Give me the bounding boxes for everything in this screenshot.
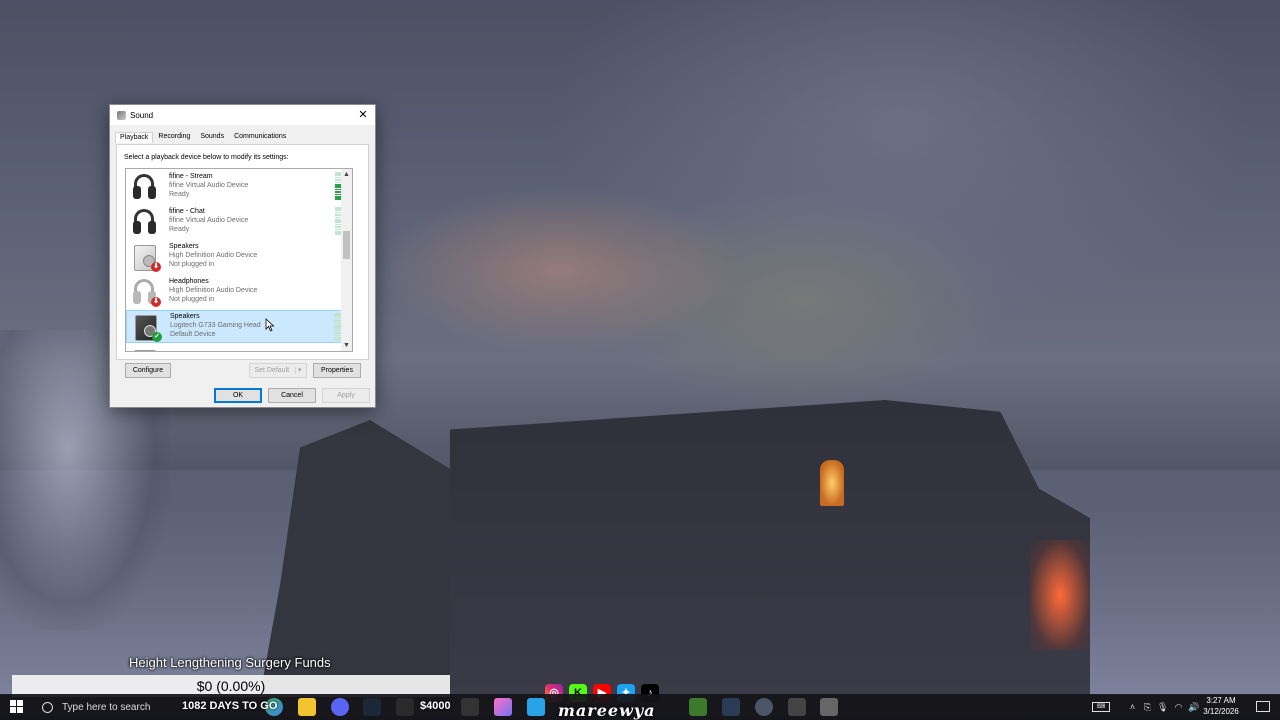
goal-amount: $0 (0.00%)	[196, 678, 266, 694]
dialog-title: Sound	[130, 110, 154, 120]
meta-icon[interactable]	[722, 698, 740, 716]
epic-games-icon[interactable]	[396, 698, 414, 716]
apply-button[interactable]: Apply	[322, 388, 370, 403]
snipping-tool-icon[interactable]	[788, 698, 806, 716]
app-gradient-icon[interactable]	[494, 698, 512, 716]
taskbar-search[interactable]: Type here to search	[34, 696, 184, 718]
days-to-go-ticker: 1082 DAYS TO GO	[182, 700, 278, 712]
close-icon[interactable]: ✕	[356, 108, 370, 122]
device-name: fifine - Stream	[169, 173, 213, 181]
device-item-fifine-stream[interactable]: fifine - Stream fifine Virtual Audio Dev…	[126, 170, 348, 203]
device-list-scrollbar[interactable]: ▲ ▼	[341, 169, 352, 351]
device-name: Speakers	[169, 243, 199, 251]
dialog-titlebar[interactable]: Sound ✕	[110, 105, 375, 125]
speaker-icon: ⬇	[131, 243, 161, 272]
sound-app-icon	[117, 110, 126, 120]
keyboard-icon[interactable]: ⌨	[1092, 702, 1110, 712]
tab-sounds[interactable]: Sounds	[195, 131, 229, 142]
clock-time: 3:27 AM	[1206, 696, 1236, 705]
tab-recording[interactable]: Recording	[153, 131, 195, 142]
price-ticker: $4000	[420, 700, 451, 712]
speaker-icon	[131, 348, 157, 351]
streamer-brand: mareewya	[558, 701, 656, 720]
wallpaper-fire-window	[820, 460, 844, 506]
device-item-speakers-g733[interactable]: ✓ Speakers Logitech G733 Gaming Head Def…	[126, 310, 348, 343]
device-status: Not plugged in	[169, 295, 215, 303]
cancel-button[interactable]: Cancel	[268, 388, 316, 403]
search-placeholder: Type here to search	[62, 701, 151, 713]
playback-hint: Select a playback device below to modify…	[124, 154, 289, 161]
app-round-icon[interactable]	[755, 698, 773, 716]
device-status: Not plugged in	[169, 260, 215, 268]
system-tray: ⌨ ˄ ⎘ 🎙 ◠ 🔊 3:27 AM 3/12/2026	[1090, 694, 1280, 720]
chevron-down-icon[interactable]: ▾	[295, 367, 302, 374]
device-item-fifine-chat[interactable]: fifine - Chat fifine Virtual Audio Devic…	[126, 205, 348, 238]
device-desc: High Definition Audio Device	[169, 287, 258, 295]
wallpaper-ruin-left	[260, 420, 460, 695]
terminal-icon[interactable]	[689, 698, 707, 716]
device-item-headphones-hd[interactable]: ⬇ Headphones High Definition Audio Devic…	[126, 275, 348, 308]
dialog-tabs: Playback Recording Sounds Communications	[115, 131, 291, 143]
notifications-icon[interactable]	[1256, 701, 1270, 712]
device-desc: fifine Virtual Audio Device	[169, 182, 249, 190]
tab-communications[interactable]: Communications	[229, 131, 291, 142]
file-explorer-icon[interactable]	[298, 698, 316, 716]
device-name: Headphones	[169, 278, 209, 286]
headphones-icon: ⬇	[131, 278, 161, 307]
scroll-down-icon[interactable]: ▼	[341, 340, 352, 351]
taskbar-clock[interactable]: 3:27 AM 3/12/2026	[1196, 695, 1246, 717]
set-default-button[interactable]: Set Default ▾	[249, 363, 307, 378]
scroll-thumb[interactable]	[343, 231, 350, 259]
tab-playback[interactable]: Playback	[115, 132, 154, 143]
headphones-icon	[131, 173, 157, 201]
mouse-cursor-icon	[265, 318, 275, 332]
device-status: Ready	[169, 225, 190, 233]
discord-icon[interactable]	[331, 698, 349, 716]
steam-icon[interactable]	[363, 698, 381, 716]
device-name: Speakers	[170, 313, 200, 321]
device-item-speakers-hd[interactable]: ⬇ Speakers High Definition Audio Device …	[126, 240, 348, 273]
clock-date: 3/12/2026	[1203, 707, 1239, 716]
device-name: fifine - Chat	[169, 208, 205, 216]
search-icon	[42, 701, 53, 713]
microphone-icon[interactable]: 🎙	[1157, 702, 1168, 712]
device-desc: High Definition Audio Device	[169, 252, 258, 260]
scroll-up-icon[interactable]: ▲	[341, 169, 352, 180]
usb-icon[interactable]: ⎘	[1142, 702, 1153, 712]
speaker-icon: ✓	[132, 313, 162, 342]
wallpaper-fire	[1030, 540, 1090, 650]
device-desc: fifine Virtual Audio Device	[169, 217, 249, 225]
sound-dialog: Sound ✕ Playback Recording Sounds Commun…	[109, 104, 376, 408]
wallpaper-ruin-building	[450, 400, 1090, 695]
windows-start-icon[interactable]	[10, 700, 24, 714]
sound-taskbar-icon[interactable]	[820, 698, 838, 716]
goal-title: Height Lengthening Surgery Funds	[129, 655, 331, 670]
configure-button[interactable]: Configure	[125, 363, 171, 378]
chevron-up-icon[interactable]: ˄	[1127, 702, 1138, 712]
device-list[interactable]: fifine - Stream fifine Virtual Audio Dev…	[125, 168, 353, 352]
playback-panel: Select a playback device below to modify…	[116, 144, 369, 378]
ok-button[interactable]: OK	[214, 388, 262, 403]
obs-icon[interactable]	[461, 698, 479, 716]
app-blue-icon[interactable]	[527, 698, 545, 716]
wifi-icon[interactable]: ◠	[1173, 702, 1184, 712]
set-default-label: Set Default	[254, 367, 290, 374]
device-desc: Logitech G733 Gaming Head	[170, 322, 261, 330]
device-status: Default Device	[170, 330, 216, 338]
device-status: Ready	[169, 190, 190, 198]
default-check-icon: ✓	[152, 331, 162, 342]
headphones-icon	[131, 208, 157, 236]
unplugged-badge-icon: ⬇	[151, 296, 161, 307]
properties-button[interactable]: Properties	[313, 363, 361, 378]
unplugged-badge-icon: ⬇	[151, 261, 161, 272]
device-item-partial[interactable]	[126, 345, 348, 351]
